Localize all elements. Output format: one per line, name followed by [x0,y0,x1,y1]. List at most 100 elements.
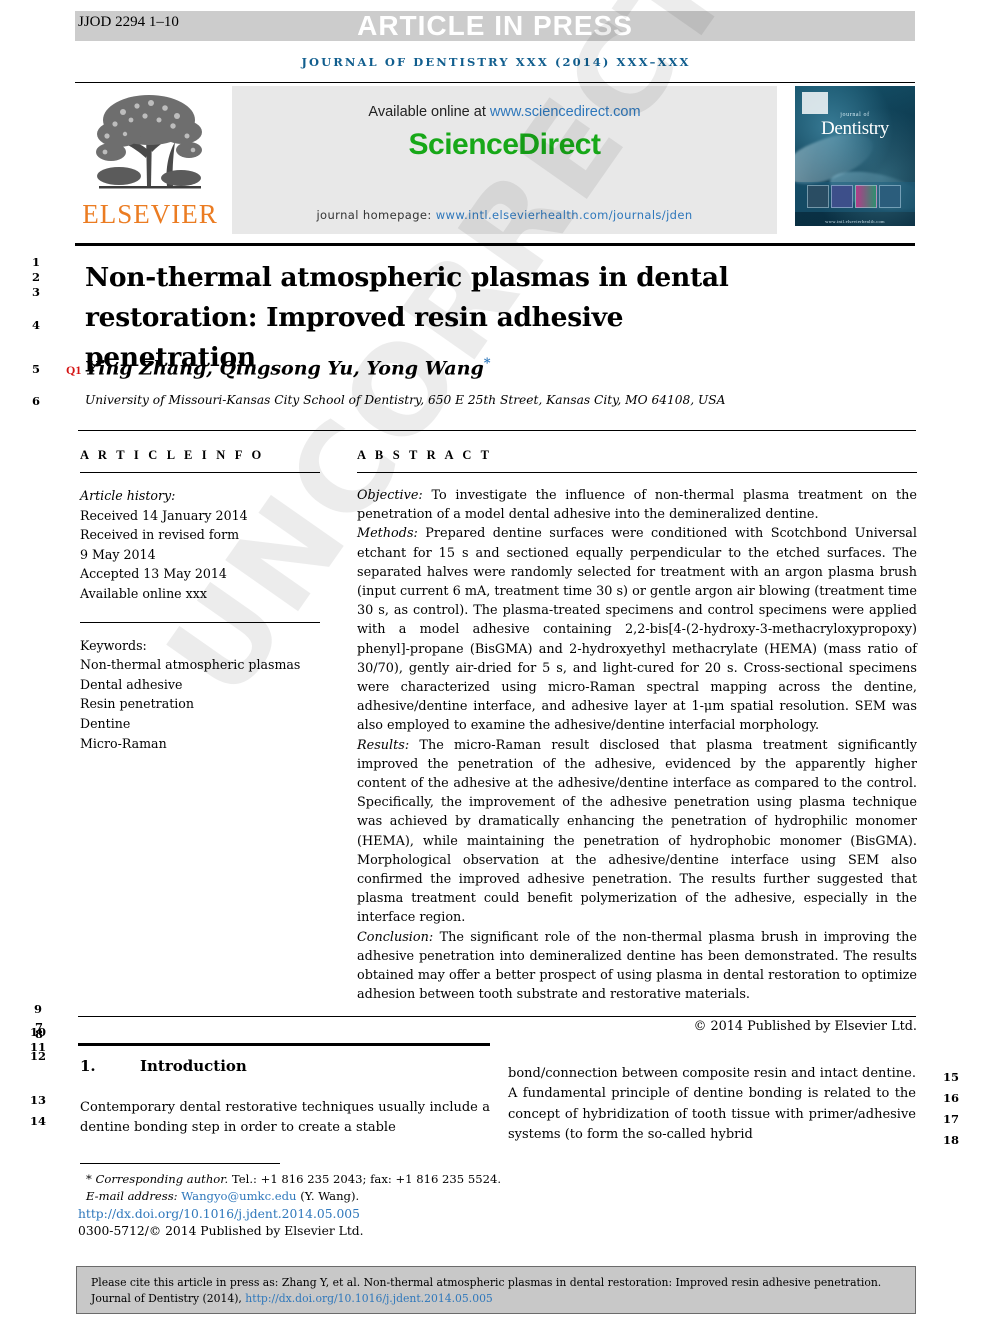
abstract-copyright: © 2014 Published by Elsevier Ltd. [693,1019,917,1035]
available-online-line: Available online at www.sciencedirect.co… [232,104,777,120]
history-item: Available online xxx [80,585,207,601]
journal-running-head: JOURNAL OF DENTISTRY XXX (2014) XXX–XXX [301,55,691,69]
citation-text: Please cite this article in press as: Zh… [91,1275,903,1307]
email-label: E-mail address: [86,1188,178,1203]
objective-text: To investigate the influence of non-ther… [357,488,917,523]
doi-line[interactable]: http://dx.doi.org/10.1016/j.jdent.2014.0… [78,1207,360,1221]
author-names: Ying Zhang, Qingsong Yu, Yong Wang [85,357,484,380]
cover-bottom-band [795,226,915,238]
abstract-rule [357,472,917,473]
corresponding-author-marker: * [483,356,491,371]
sciencedirect-logo: ScienceDirect [408,128,601,161]
results-label: Results: [357,737,410,753]
citation-doi-link[interactable]: http://dx.doi.org/10.1016/j.jdent.2014.0… [245,1292,493,1305]
line-number: 6 [32,394,41,408]
article-in-press-label: ARTICLE IN PRESS [357,10,633,41]
abstract-column: A B S T R A C T Objective: To investigat… [357,448,917,1037]
line-number: 13 [30,1093,47,1107]
cover-thumb-d [879,185,901,208]
corresponding-author-note: * Corresponding author. Tel.: +1 816 235… [80,1171,520,1188]
line-number: 9 [34,1002,43,1016]
section-number: 1. [80,1057,96,1075]
email-suffix: (Y. Wang). [296,1188,360,1203]
conclusion-text: The significant role of the non-thermal … [357,929,917,1003]
line-number: 5 [32,362,41,376]
abstract-methods: Methods: Prepared dentine surfaces were … [357,524,917,735]
article-info-heading: A R T I C L E I N F O [80,448,265,462]
available-online-label: Available online at [368,104,486,120]
cover-thumb-c [855,185,877,208]
keyword-item: Non-thermal atmospheric plasmas [80,657,301,673]
article-in-press-band: ARTICLE IN PRESS [75,11,915,41]
sciencedirect-banner: Available online at www.sciencedirect.co… [232,86,777,234]
history-item: Received in revised form [80,527,240,543]
citation-box: Please cite this article in press as: Zh… [76,1266,916,1314]
keywords-rule [80,621,320,623]
body-right-column: bond/connection between composite resin … [508,1066,916,1143]
objective-label: Objective: [357,488,423,503]
history-item: Accepted 13 May 2014 [80,566,227,582]
line-number: 2 [32,270,41,284]
footnote-block: * Corresponding author. Tel.: +1 816 235… [80,1171,520,1204]
elsevier-wordmark: ELSEVIER [82,199,218,229]
corresponding-contact: Tel.: +1 816 235 2043; fax: +1 816 235 5… [228,1172,502,1186]
elsevier-logo: ELSEVIER [75,86,225,238]
line-number: 18 [943,1133,960,1147]
sciencedirect-link[interactable]: www.sciencedirect.com [490,104,641,120]
email-link[interactable]: Wangyo@umkc.edu [181,1189,296,1203]
line-number: 8 [35,1027,44,1041]
line-number: 14 [30,1114,47,1128]
results-text: The micro-Raman result disclosed that pl… [357,737,917,926]
abstract-results: Results: The micro-Raman result disclose… [357,736,917,928]
abstract-body: Objective: To investigate the influence … [357,486,917,1037]
section-title: Introduction [140,1057,247,1075]
journal-homepage-line: journal homepage: www.intl.elsevierhealt… [232,208,777,222]
corresponding-author-label: Corresponding author. [95,1172,229,1186]
cover-thumb-a [807,185,829,208]
manuscript-id: JJOD 2294 1–10 [78,14,179,30]
cover-footer-url: www.intl.elsevierhealth.com [825,219,885,224]
abstract-heading: A B S T R A C T [357,448,493,462]
citation-line-2-prefix: Journal of Dentistry (2014), [91,1292,246,1305]
article-history: Article history: Received 14 January 201… [80,486,320,604]
info-top-divider [78,430,916,431]
query-marker: Q1 [66,363,82,377]
journal-homepage-link[interactable]: www.intl.elsevierhealth.com/journals/jde… [436,208,693,222]
line-number: 17 [943,1112,960,1126]
keyword-item: Micro-Raman [80,735,167,751]
line-number: 15 [943,1070,960,1084]
affiliation: University of Missouri-Kansas City Schoo… [85,393,726,407]
keyword-item: Dental adhesive [80,676,183,692]
abstract-objective: Objective: To investigate the influence … [357,486,917,524]
history-item: Received 14 January 2014 [80,507,248,523]
keyword-item: Dentine [80,715,131,731]
cover-corner-mark [802,92,828,114]
header-divider [75,82,915,83]
keywords-label: Keywords: [80,637,147,653]
line-number: 4 [32,318,41,332]
article-history-label: Article history: [80,488,176,503]
journal-homepage-label: journal homepage: [316,208,432,222]
footnote-divider [80,1163,280,1164]
masthead-divider [75,243,915,246]
article-info-rule [80,472,320,473]
abstract-conclusion: Conclusion: The significant role of the … [357,928,917,1005]
methods-label: Methods: [357,526,418,542]
footnote-star: * [86,1172,92,1186]
section-rule [78,1043,490,1046]
keywords-block: Keywords: Non-thermal atmospheric plasma… [80,636,320,754]
body-top-divider [78,1016,916,1017]
article-page: ARTICLE IN PRESS JJOD 2294 1–10 JOURNAL … [0,0,992,1323]
line-number: 1 [32,255,41,269]
line-number: 12 [30,1049,47,1063]
history-item: 9 May 2014 [80,546,156,562]
cover-journal-title: Dentistry [820,118,889,139]
body-left-column: Contemporary dental restorative techniqu… [80,1100,490,1136]
journal-cover-thumbnail: journal of Dentistry www.intl.elsevierhe… [795,86,915,238]
masthead: ELSEVIER Available online at www.science… [75,86,915,238]
email-note: E-mail address: Wangyo@umkc.edu (Y. Wang… [80,1188,520,1205]
cover-thumb-b [831,185,853,208]
article-info-column: A R T I C L E I N F O Article history: R… [80,448,320,753]
line-number: 3 [32,285,41,299]
citation-line-1: Please cite this article in press as: Zh… [91,1276,882,1289]
